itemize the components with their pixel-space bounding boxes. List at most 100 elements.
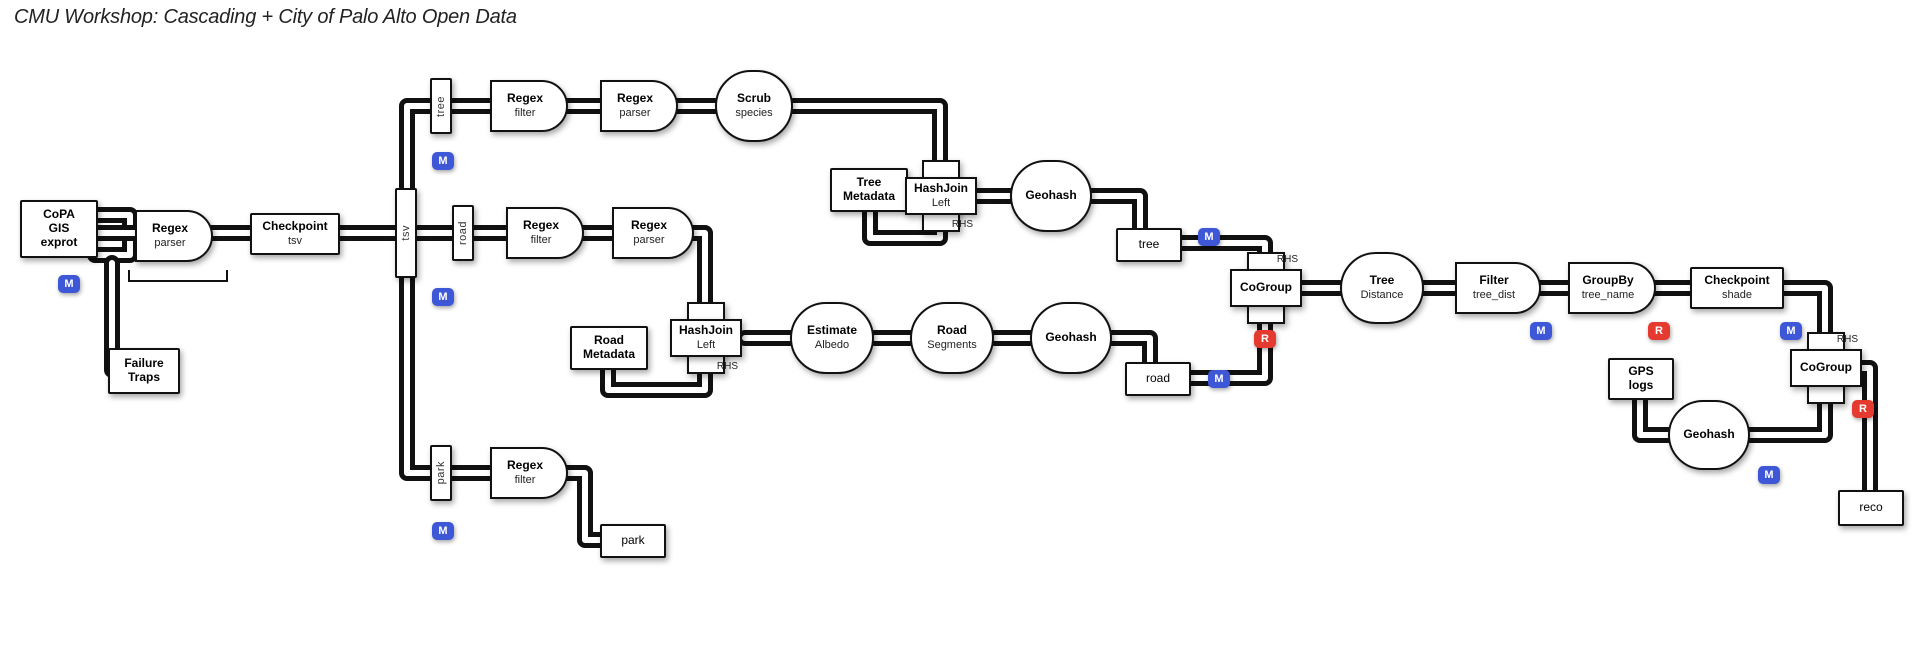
label: GPS: [1628, 365, 1653, 379]
op-estimate-albedo: Estimate Albedo: [790, 302, 874, 374]
sublabel: Left: [932, 197, 950, 210]
label: Failure: [124, 357, 163, 371]
tap-road-metadata: Road Metadata: [570, 326, 648, 370]
tap-tree-metadata: Tree Metadata: [830, 168, 908, 212]
sublabel: Segments: [927, 339, 977, 352]
label: reco: [1859, 501, 1882, 515]
op-regex-parser-road: Regex parser: [612, 207, 694, 259]
splitter-tsv: tsv: [395, 188, 417, 278]
label: logs: [1629, 379, 1654, 393]
sink-tree: tree: [1116, 228, 1182, 262]
label: Road: [594, 334, 624, 348]
label: Tree: [1370, 274, 1395, 288]
label: Regex: [507, 459, 543, 473]
bracket: [128, 270, 228, 282]
badge-map: M: [58, 275, 80, 293]
label: Regex: [617, 92, 653, 106]
sublabel: species: [735, 107, 772, 120]
tap-copa: CoPA GIS exprot: [20, 200, 98, 258]
sublabel: tree_dist: [1473, 289, 1515, 302]
label: tsv: [400, 225, 413, 241]
label: HashJoin: [679, 324, 733, 338]
op-scrub-species: Scrub species: [715, 70, 793, 142]
label: road: [457, 221, 470, 245]
label: park: [621, 534, 644, 548]
label: Tree: [857, 176, 882, 190]
rhs-tag: RHS: [717, 361, 738, 373]
op-cogroup-tree-road: CoGroup RHS: [1230, 252, 1302, 324]
label: CoPA: [43, 208, 75, 222]
badge-map: M: [1198, 228, 1220, 246]
badge-map: M: [1758, 466, 1780, 484]
label: Metadata: [583, 348, 635, 362]
badge-reduce: R: [1648, 322, 1670, 340]
label: GroupBy: [1582, 274, 1633, 288]
op-groupby-tree-name: GroupBy tree_name: [1568, 262, 1656, 314]
op-hashjoin-road: HashJoin Left RHS: [670, 302, 742, 374]
label: Geohash: [1045, 331, 1096, 345]
label: Regex: [507, 92, 543, 106]
op-regex-filter-park: Regex filter: [490, 447, 568, 499]
label: Geohash: [1683, 428, 1734, 442]
badge-map: M: [1208, 370, 1230, 388]
label: park: [435, 461, 448, 484]
tap-gps-logs: GPS logs: [1608, 358, 1674, 400]
op-regex-parser-tree: Regex parser: [600, 80, 678, 132]
rhs-tag: RHS: [1837, 334, 1858, 346]
op-cogroup-shade-gps: CoGroup RHS: [1790, 332, 1862, 404]
op-regex-filter-tree: Regex filter: [490, 80, 568, 132]
op-geohash-road: Geohash: [1030, 302, 1112, 374]
sublabel: tsv: [288, 235, 302, 248]
label: Traps: [128, 371, 160, 385]
checkpoint-tsv: Checkpoint tsv: [250, 213, 340, 255]
label: road: [1146, 372, 1170, 386]
label: GIS exprot: [30, 222, 88, 250]
label: Regex: [152, 222, 188, 236]
badge-map: M: [432, 522, 454, 540]
diagram-canvas: CMU Workshop: Cascading + City of Palo A…: [0, 0, 1920, 647]
sublabel: filter: [515, 107, 536, 120]
label: CoGroup: [1800, 361, 1852, 375]
sink-reco: reco: [1838, 490, 1904, 526]
badge-map: M: [432, 288, 454, 306]
tap-failure-traps: Failure Traps: [108, 348, 180, 394]
label: CoGroup: [1240, 281, 1292, 295]
splitter-tree: tree: [430, 78, 452, 134]
label: Scrub: [737, 92, 771, 106]
op-regex-parser-initial: Regex parser: [135, 210, 213, 262]
op-filter-tree-dist: Filter tree_dist: [1455, 262, 1541, 314]
label: Regex: [523, 219, 559, 233]
label: Geohash: [1025, 189, 1076, 203]
label: HashJoin: [914, 182, 968, 196]
op-regex-filter-road: Regex filter: [506, 207, 584, 259]
label: tree: [435, 96, 448, 117]
sublabel: Distance: [1361, 289, 1404, 302]
sublabel: Albedo: [815, 339, 849, 352]
op-geohash-tree: Geohash: [1010, 160, 1092, 232]
rhs-tag: RHS: [952, 219, 973, 231]
label: tree: [1139, 238, 1160, 252]
label: Metadata: [843, 190, 895, 204]
label: Filter: [1479, 274, 1508, 288]
badge-reduce: R: [1254, 330, 1276, 348]
sublabel: filter: [515, 474, 536, 487]
sublabel: Left: [697, 339, 715, 352]
sublabel: tree_name: [1582, 289, 1635, 302]
sublabel: parser: [154, 237, 185, 250]
splitter-park: park: [430, 445, 452, 501]
op-geohash-gps: Geohash: [1668, 400, 1750, 470]
label: Checkpoint: [1704, 274, 1769, 288]
op-road-segments: Road Segments: [910, 302, 994, 374]
sink-park: park: [600, 524, 666, 558]
sink-road: road: [1125, 362, 1191, 396]
badge-reduce: R: [1852, 400, 1874, 418]
label: Estimate: [807, 324, 857, 338]
badge-map: M: [1530, 322, 1552, 340]
op-tree-distance: Tree Distance: [1340, 252, 1424, 324]
sublabel: shade: [1722, 289, 1752, 302]
splitter-road: road: [452, 205, 474, 261]
sublabel: parser: [619, 107, 650, 120]
sublabel: filter: [531, 234, 552, 247]
badge-map: M: [432, 152, 454, 170]
label: Checkpoint: [262, 220, 327, 234]
